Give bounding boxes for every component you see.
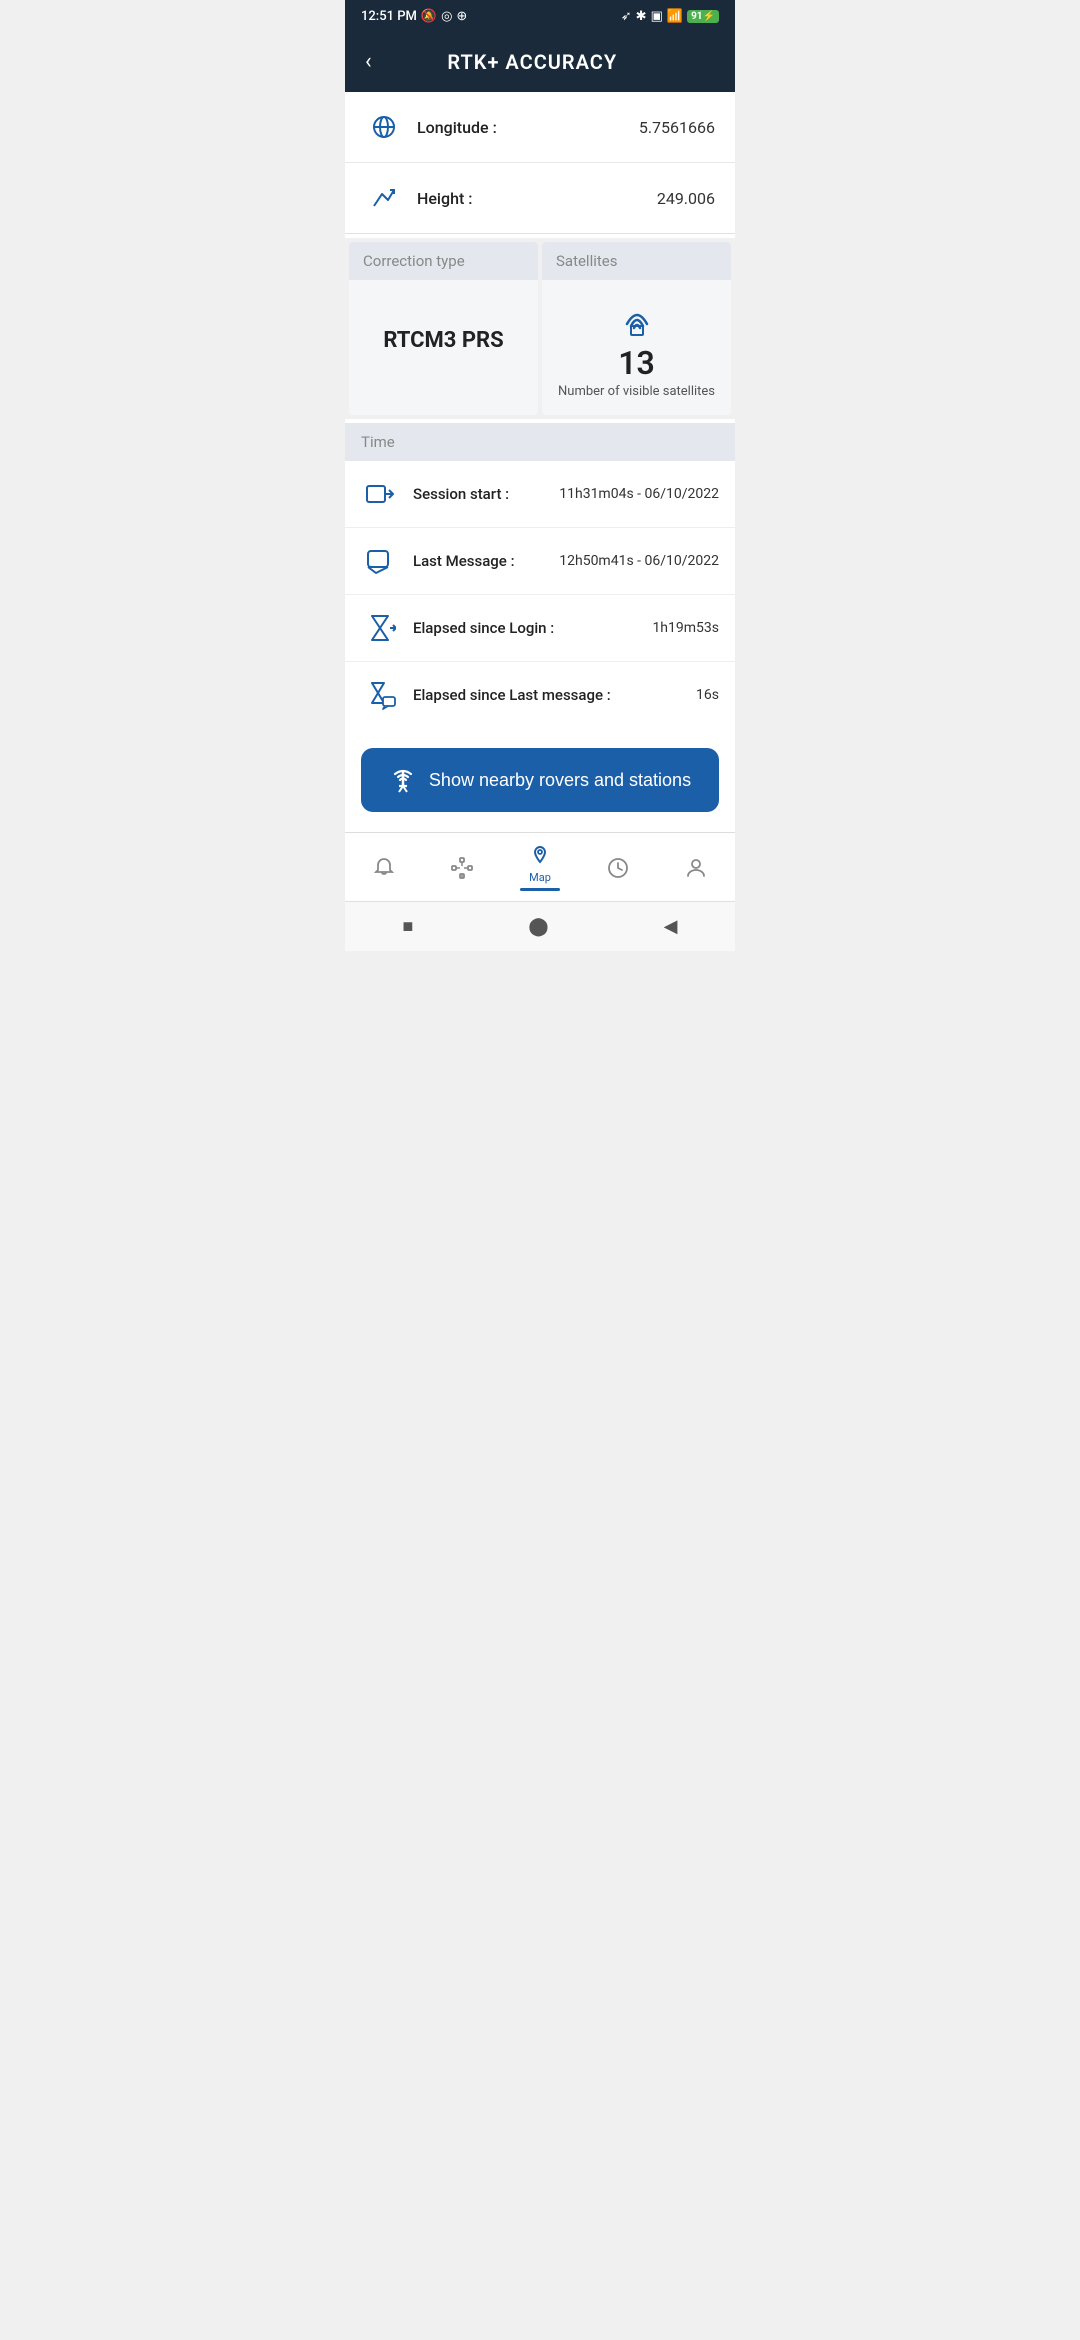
height-value: 249.006 [657, 189, 715, 208]
show-button-label: Show nearby rovers and stations [429, 770, 691, 791]
coordinate-section: Longitude : 5.7561666 Height : 249.006 [345, 92, 735, 234]
session-start-row: Session start : 11h31m04s - 06/10/2022 [345, 461, 735, 528]
elapsed-last-row: Elapsed since Last message : 16s [345, 662, 735, 728]
system-stop-button[interactable]: ■ [383, 912, 434, 941]
nav-bell[interactable] [345, 852, 423, 884]
last-message-value: 12h50m41s - 06/10/2022 [559, 553, 719, 569]
map-nav-label: Map [529, 871, 551, 884]
map-icon [528, 845, 552, 869]
correction-type-header: Correction type [349, 242, 538, 280]
satellites-body: 13 Number of visible satellites [542, 280, 731, 415]
satellite-label: Number of visible satellites [558, 384, 715, 399]
height-row: Height : 249.006 [345, 163, 735, 233]
satellites-header: Satellites [542, 242, 731, 280]
session-start-label: Session start : [413, 485, 559, 503]
bottom-nav: Map [345, 832, 735, 901]
longitude-value: 5.7561666 [639, 118, 715, 137]
satellite-signal-icon [613, 296, 661, 338]
time-section: Time Session start : 11h31m04s - 06/10/2… [345, 423, 735, 728]
elapsed-login-label: Elapsed since Login : [413, 619, 652, 637]
longitude-row: Longitude : 5.7561666 [345, 92, 735, 163]
correction-type-body: RTCM3 PRS [349, 280, 538, 400]
two-col-section: Correction type RTCM3 PRS Satellites [345, 238, 735, 419]
back-button[interactable]: ‹ [365, 51, 372, 73]
main-content: Longitude : 5.7561666 Height : 249.006 C… [345, 92, 735, 832]
time-section-header: Time [345, 423, 735, 461]
session-start-value: 11h31m04s - 06/10/2022 [559, 486, 719, 502]
elapsed-login-value: 1h19m53s [652, 620, 719, 636]
system-nav: ■ ⬤ ◀ [345, 901, 735, 951]
correction-type-value: RTCM3 PRS [383, 328, 503, 353]
elapsed-last-label: Elapsed since Last message : [413, 686, 696, 704]
battery-indicator: 91⚡ [687, 10, 719, 23]
nodes-icon [450, 856, 474, 880]
nav-profile[interactable] [657, 852, 735, 884]
status-time: 12:51 PM 🔕 ◎ ⊕ [361, 9, 467, 24]
longitude-label: Longitude : [417, 118, 639, 137]
last-message-icon [361, 542, 399, 580]
elapsed-login-icon [361, 609, 399, 647]
station-icon [389, 766, 417, 794]
bell-icon [372, 856, 396, 880]
show-nearby-button[interactable]: Show nearby rovers and stations [361, 748, 719, 812]
height-label: Height : [417, 189, 657, 208]
last-message-label: Last Message : [413, 552, 559, 570]
app-header: ‹ RTK+ ACCURACY [345, 32, 735, 92]
system-home-button[interactable]: ⬤ [508, 912, 568, 941]
elapsed-login-row: Elapsed since Login : 1h19m53s [345, 595, 735, 662]
show-button-container: Show nearby rovers and stations [345, 728, 735, 832]
nav-active-indicator [520, 888, 560, 891]
nav-clock[interactable] [579, 852, 657, 884]
time-rows: Session start : 11h31m04s - 06/10/2022 L… [345, 461, 735, 728]
satellites-card: Satellites 13 Number of visible satellit… [542, 242, 731, 415]
status-bar: 12:51 PM 🔕 ◎ ⊕ ➶ ✱ ▣ 📶 91⚡ [345, 0, 735, 32]
longitude-icon [365, 108, 403, 146]
profile-icon [684, 856, 708, 880]
nav-map[interactable]: Map [501, 841, 579, 895]
page-title: RTK+ ACCURACY [388, 50, 677, 74]
status-icons: ➶ ✱ ▣ 📶 91⚡ [621, 9, 719, 24]
system-back-button[interactable]: ◀ [644, 912, 698, 941]
correction-type-card: Correction type RTCM3 PRS [349, 242, 538, 415]
last-message-row: Last Message : 12h50m41s - 06/10/2022 [345, 528, 735, 595]
nav-nodes[interactable] [423, 852, 501, 884]
elapsed-last-icon [361, 676, 399, 714]
elapsed-last-value: 16s [696, 687, 719, 703]
satellite-count: 13 [618, 344, 655, 382]
clock-icon [606, 856, 630, 880]
height-icon [365, 179, 403, 217]
session-start-icon [361, 475, 399, 513]
